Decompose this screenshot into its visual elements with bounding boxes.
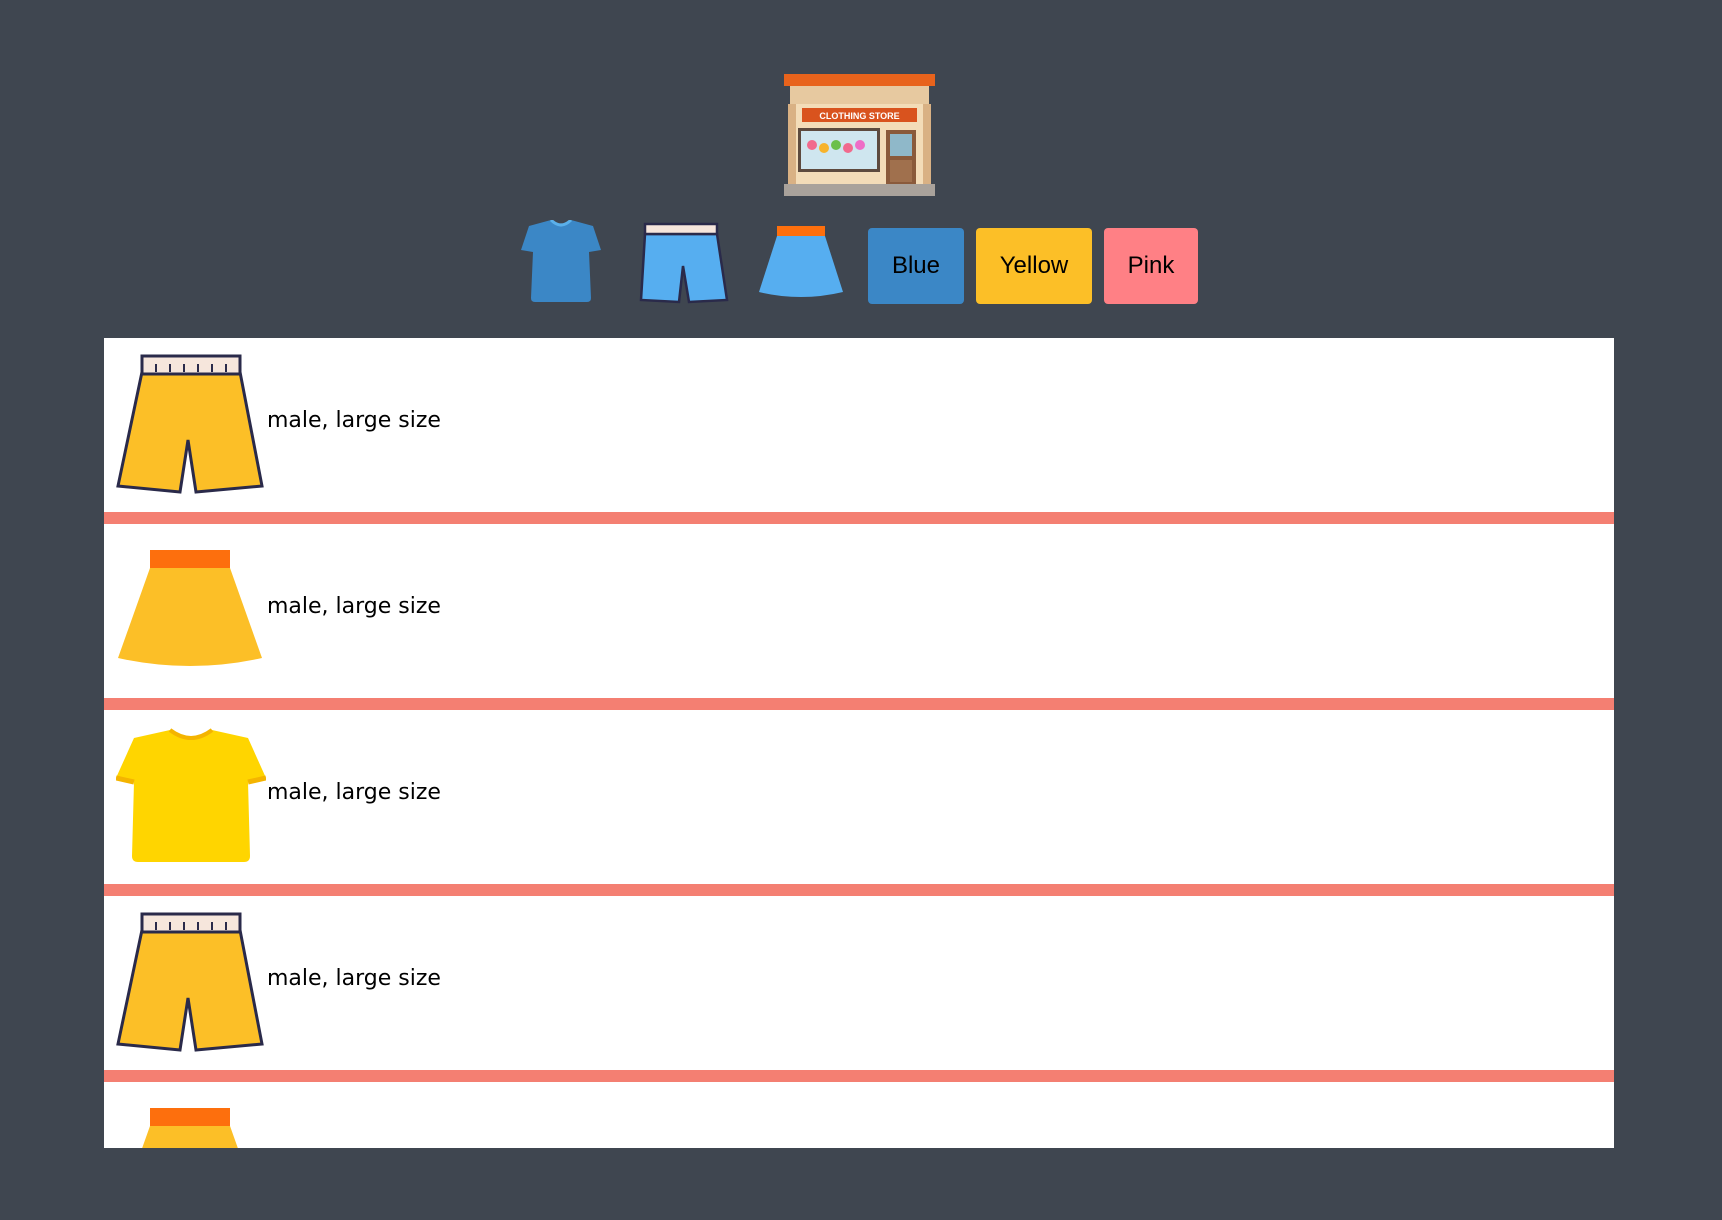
product-list: male, large size male, large size male, … xyxy=(104,338,1614,1148)
store-sign: CLOTHING STORE xyxy=(819,111,899,121)
item-description: male, large size xyxy=(267,780,441,805)
skirt-icon xyxy=(116,540,266,680)
list-item[interactable]: male, large size xyxy=(104,710,1614,896)
skirt-icon xyxy=(116,1098,266,1148)
tshirt-icon xyxy=(116,726,266,866)
item-description: male, large size xyxy=(267,408,441,433)
tshirt-icon[interactable] xyxy=(509,220,613,304)
filter-toolbar: Blue Yellow Pink xyxy=(0,220,1722,304)
list-item[interactable]: male, large size xyxy=(104,338,1614,524)
color-blue-button[interactable]: Blue xyxy=(868,228,964,304)
item-description: male, large size xyxy=(267,966,441,991)
list-item[interactable] xyxy=(104,1082,1614,1148)
clothing-store-icon: CLOTHING STORE xyxy=(782,70,937,200)
color-yellow-button[interactable]: Yellow xyxy=(976,228,1092,304)
list-item[interactable]: male, large size xyxy=(104,896,1614,1082)
shorts-icon xyxy=(116,912,266,1052)
shorts-icon xyxy=(116,354,266,494)
skirt-icon[interactable] xyxy=(749,220,853,304)
shorts-icon[interactable] xyxy=(629,220,733,304)
item-description: male, large size xyxy=(267,594,441,619)
list-item[interactable]: male, large size xyxy=(104,524,1614,710)
color-pink-button[interactable]: Pink xyxy=(1104,228,1198,304)
